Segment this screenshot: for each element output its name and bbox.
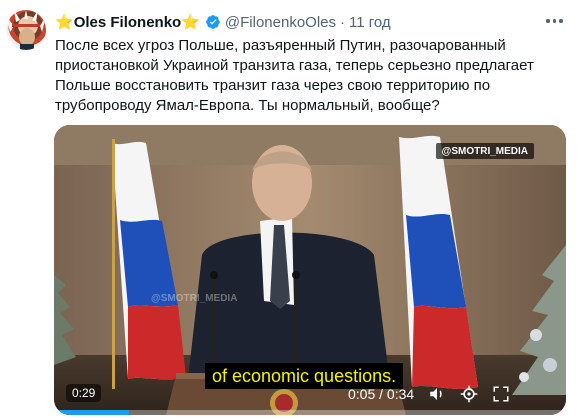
star-emoji-icon: ⭐ xyxy=(55,13,74,31)
tweet-timestamp[interactable]: 11 год xyxy=(349,14,391,31)
more-horizontal-icon[interactable] xyxy=(546,14,566,28)
channel-watermark: @SMOTRI_MEDIA xyxy=(435,143,534,159)
author-handle[interactable]: @FilonenkoOles xyxy=(225,14,336,31)
channel-watermark-faint: @SMOTRI_MEDIA xyxy=(151,293,238,304)
verified-badge-icon xyxy=(205,15,220,29)
tweet-card[interactable]: ⭐ Oles Filonenko ⭐ @FilonenkoOles · 11 г… xyxy=(0,0,580,418)
meta-separator: · xyxy=(340,13,346,31)
video-controls: 0:05 / 0:34 xyxy=(348,383,510,405)
video-player[interactable]: @SMOTRI_MEDIA @SMOTRI_MEDIA of economic … xyxy=(54,125,566,415)
settings-gear-icon[interactable] xyxy=(460,385,478,403)
star-emoji-icon: ⭐ xyxy=(181,13,200,31)
author-name[interactable]: Oles Filonenko xyxy=(74,14,182,31)
remaining-time-badge: 0:29 xyxy=(66,384,102,402)
fullscreen-icon[interactable] xyxy=(492,385,510,403)
author-avatar[interactable] xyxy=(6,10,46,50)
tweet-header: ⭐ Oles Filonenko ⭐ @FilonenkoOles · 11 г… xyxy=(55,12,391,32)
playback-time: 0:05 / 0:34 xyxy=(348,386,415,402)
headdress-feathers xyxy=(6,10,46,50)
volume-icon[interactable] xyxy=(428,385,446,403)
tweet-text: После всех угроз Польше, разъяренный Пут… xyxy=(55,37,534,114)
